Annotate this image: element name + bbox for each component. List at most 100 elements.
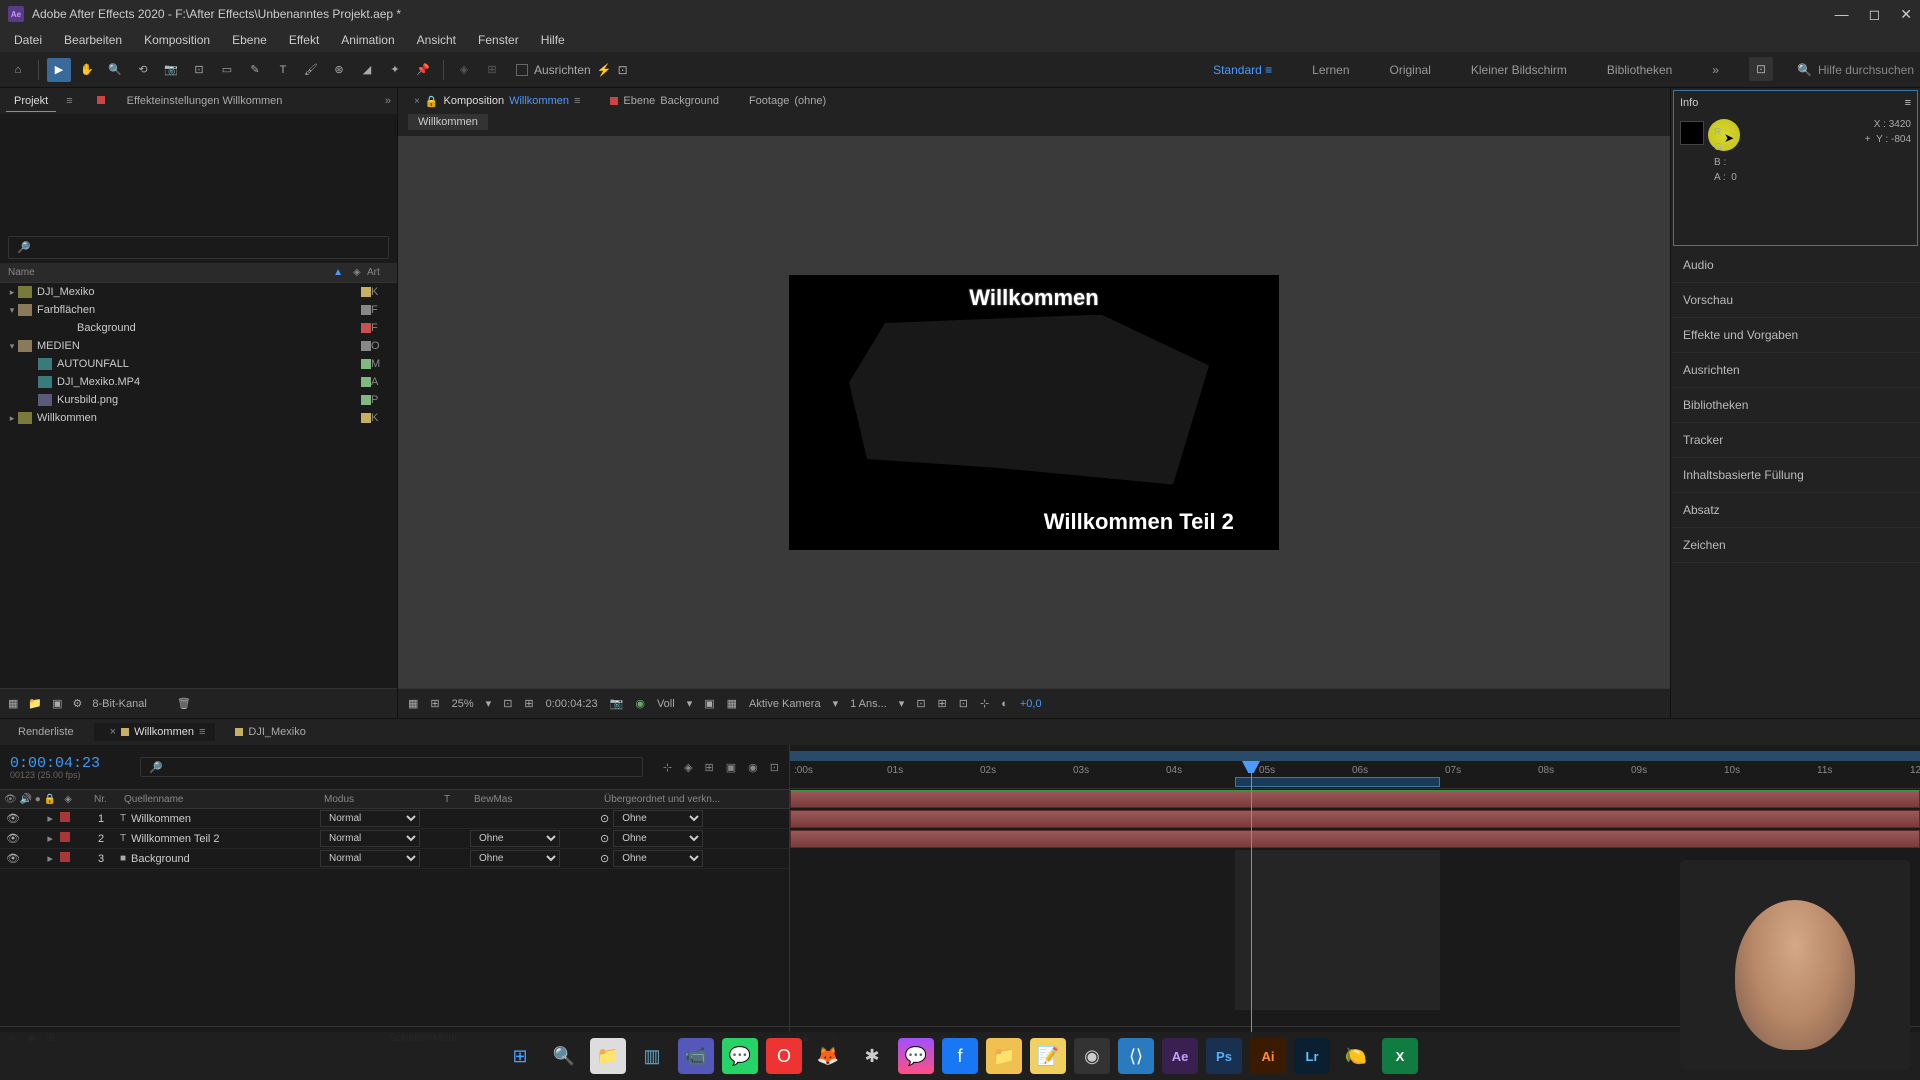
taskbar-notes[interactable]: 📝	[1030, 1038, 1066, 1074]
project-item[interactable]: ▸DJI_MexikoK	[0, 283, 397, 301]
delete-button[interactable]: 🗑	[177, 697, 191, 710]
pen-tool[interactable]: ✎	[243, 58, 267, 82]
side-panel-ausrichten[interactable]: Ausrichten	[1671, 353, 1920, 388]
col-modus[interactable]: Modus	[320, 794, 440, 805]
taskbar-facebook[interactable]: f	[942, 1038, 978, 1074]
layer-bar-2[interactable]	[790, 810, 1920, 828]
taskbar-messenger[interactable]: 💬	[898, 1038, 934, 1074]
pixel-aspect-button[interactable]: ⊡	[916, 697, 925, 710]
grid-toggle[interactable]: ⊞	[430, 697, 439, 710]
exposure-value[interactable]: +0,0	[1020, 698, 1042, 710]
res-icon[interactable]: ⊡	[503, 697, 512, 710]
project-item[interactable]: ▾MEDIENO	[0, 337, 397, 355]
zoom-dropdown[interactable]: 25%	[452, 698, 474, 710]
snapshot-button[interactable]: 📷	[610, 697, 624, 710]
roi-button[interactable]: ▣	[704, 697, 714, 710]
fast-preview-button[interactable]: ⊞	[938, 697, 947, 710]
hand-tool[interactable]: ✋	[75, 58, 99, 82]
roto-tool[interactable]: ✦	[383, 58, 407, 82]
menu-ansicht[interactable]: Ansicht	[407, 30, 466, 50]
taskbar-app2[interactable]: 🍋	[1338, 1038, 1374, 1074]
help-search[interactable]: 🔍 Hilfe durchsuchen	[1797, 63, 1914, 77]
col-tag[interactable]: ◈	[353, 267, 367, 278]
workspace-more[interactable]: »	[1702, 57, 1729, 83]
start-button[interactable]: ⊞	[502, 1038, 538, 1074]
menu-bearbeiten[interactable]: Bearbeiten	[54, 30, 132, 50]
tl-icon-3[interactable]: ⊞	[705, 761, 714, 774]
side-panel-absatz[interactable]: Absatz	[1671, 493, 1920, 528]
layer-bar-3[interactable]	[790, 830, 1920, 848]
info-menu[interactable]: ≡	[1905, 97, 1911, 109]
taskbar-whatsapp[interactable]: 💬	[722, 1038, 758, 1074]
camera-dropdown[interactable]: Aktive Kamera	[749, 698, 821, 710]
timeline-layer-row[interactable]: 👁 ▸2TWillkommen Teil 2NormalOhne⊙Ohne	[0, 829, 789, 849]
tool-extra-1[interactable]: ◈	[452, 58, 476, 82]
camera-tool[interactable]: 📷	[159, 58, 183, 82]
side-panel-effekte-und-vorgaben[interactable]: Effekte und Vorgaben	[1671, 318, 1920, 353]
transparency-button[interactable]: ▦	[727, 697, 737, 710]
selection-tool[interactable]: ▶	[47, 58, 71, 82]
side-panel-tracker[interactable]: Tracker	[1671, 423, 1920, 458]
menu-datei[interactable]: Datei	[4, 30, 52, 50]
views-dropdown[interactable]: 1 Ans...	[850, 698, 887, 710]
project-item[interactable]: ▾FarbflächenF	[0, 301, 397, 319]
col-art[interactable]: Art	[367, 267, 389, 278]
minimize-button[interactable]: —	[1835, 6, 1849, 23]
zoom-tool[interactable]: 🔍	[103, 58, 127, 82]
text-tool[interactable]: T	[271, 58, 295, 82]
settings-button[interactable]: ⚙	[73, 697, 83, 710]
brush-tool[interactable]: 🖌	[299, 58, 323, 82]
taskbar-search[interactable]: 🔍	[546, 1038, 582, 1074]
close-icon[interactable]: ×	[110, 726, 116, 738]
stamp-tool[interactable]: ⊛	[327, 58, 351, 82]
taskbar-explorer[interactable]: 📁	[590, 1038, 626, 1074]
project-item[interactable]: AUTOUNFALLM	[0, 355, 397, 373]
safe-icon[interactable]: ⊞	[524, 697, 533, 710]
menu-effekt[interactable]: Effekt	[279, 30, 329, 50]
tl-icon-1[interactable]: ⊹	[663, 761, 672, 774]
pan-behind-tool[interactable]: ⊡	[187, 58, 211, 82]
flowchart-button[interactable]: ⊹	[980, 697, 989, 710]
workspace-bibliotheken[interactable]: Bibliotheken	[1597, 57, 1682, 83]
col-nr[interactable]: Nr.	[90, 794, 120, 805]
taskbar-lr[interactable]: Lr	[1294, 1038, 1330, 1074]
new-comp-button[interactable]: ▣	[52, 697, 62, 710]
col-t[interactable]: T	[440, 794, 470, 805]
snap-toggle[interactable]: Ausrichten ⚡ ⊡	[516, 63, 628, 77]
project-item[interactable]: BackgroundF	[0, 319, 397, 337]
tab-komposition[interactable]: ×🔒 Komposition Willkommen ≡	[406, 92, 588, 111]
tab-projekt[interactable]: Projekt	[6, 91, 56, 112]
comp-canvas[interactable]: Willkommen Willkommen Teil 2	[789, 275, 1279, 550]
info-title[interactable]: Info	[1680, 97, 1698, 109]
taskbar-taskview[interactable]: ▥	[634, 1038, 670, 1074]
taskbar-ae[interactable]: Ae	[1162, 1038, 1198, 1074]
tab-footage[interactable]: Footage (ohne)	[741, 92, 834, 110]
bpc-label[interactable]: 8-Bit-Kanal	[92, 698, 146, 710]
tab-effekteinstellungen[interactable]: Effekteinstellungen Willkommen	[119, 91, 291, 111]
workspace-standard[interactable]: Standard ≡	[1203, 57, 1282, 83]
maximize-button[interactable]: ◻	[1869, 6, 1881, 23]
taskbar-vscode[interactable]: ⟨⟩	[1118, 1038, 1154, 1074]
side-panel-bibliotheken[interactable]: Bibliotheken	[1671, 388, 1920, 423]
project-search[interactable]: 🔎	[8, 236, 389, 259]
workspace-kleiner[interactable]: Kleiner Bildschirm	[1461, 57, 1577, 83]
menu-hilfe[interactable]: Hilfe	[531, 30, 575, 50]
menu-ebene[interactable]: Ebene	[222, 30, 277, 50]
work-area-bar[interactable]	[790, 751, 1920, 761]
timeline-search[interactable]: 🔎	[140, 757, 643, 777]
tl-icon-4[interactable]: ▣	[726, 761, 736, 774]
project-item[interactable]: ▸WillkommenK	[0, 409, 397, 427]
taskbar-firefox[interactable]: 🦊	[810, 1038, 846, 1074]
tab-timeline-dji[interactable]: DJI_Mexiko	[225, 723, 315, 741]
project-item[interactable]: DJI_Mexiko.MP4A	[0, 373, 397, 391]
taskbar-files[interactable]: 📁	[986, 1038, 1022, 1074]
tab-renderliste[interactable]: Renderliste	[8, 723, 84, 741]
workspace-reset[interactable]: ⊡	[1749, 57, 1773, 81]
layer-bar-1[interactable]	[790, 790, 1920, 808]
resolution-dropdown[interactable]: Voll	[657, 698, 675, 710]
work-area-range[interactable]	[1235, 777, 1440, 787]
mask-toggle[interactable]: ▦	[408, 697, 418, 710]
col-parent[interactable]: Übergeordnet und verkn...	[600, 794, 789, 805]
side-panel-audio[interactable]: Audio	[1671, 248, 1920, 283]
home-button[interactable]: ⌂	[6, 58, 30, 82]
